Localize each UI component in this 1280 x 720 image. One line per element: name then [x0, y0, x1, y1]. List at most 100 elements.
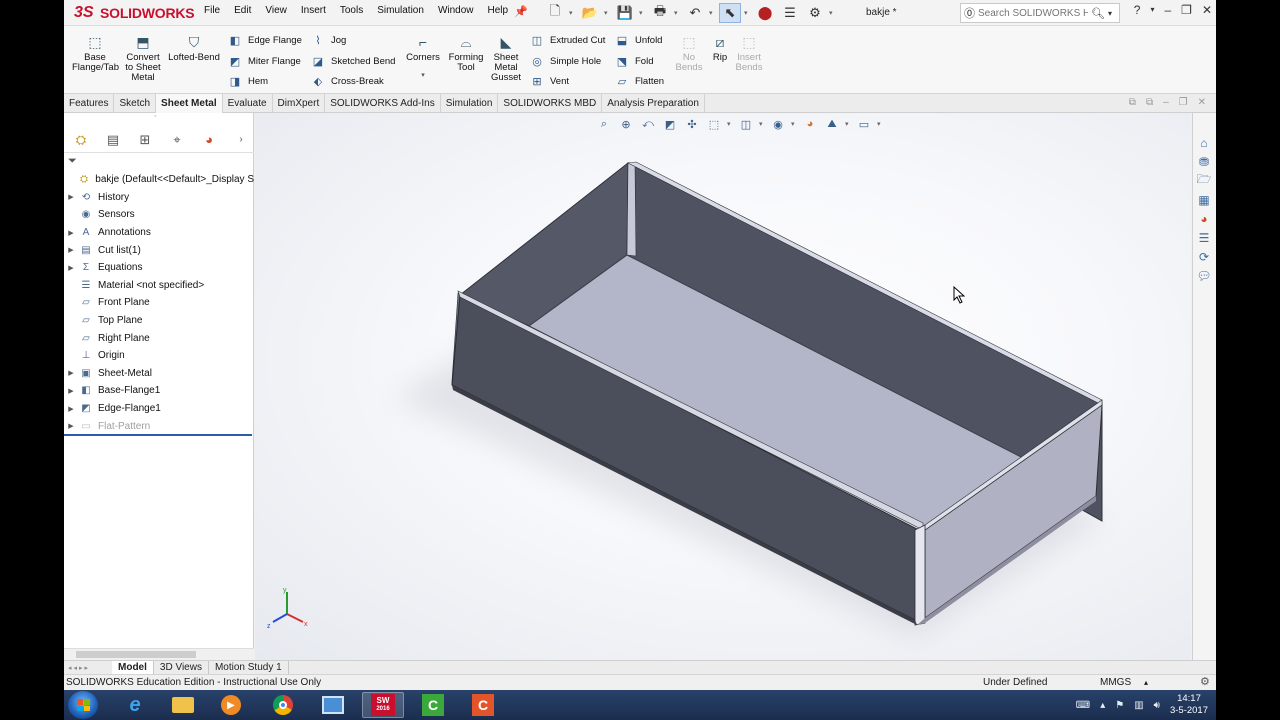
menu-edit[interactable]: Edit: [234, 5, 251, 16]
edge-flange-button[interactable]: ◧ Edge Flange: [227, 31, 302, 49]
print-icon[interactable]: 🖶: [649, 3, 671, 23]
solidworks-logo[interactable]: 3S SOLIDWORKS: [74, 2, 195, 24]
solidworks-forum-icon[interactable]: ⟳: [1193, 247, 1215, 266]
tree-item-flat-pattern[interactable]: ▶ ▭ Flat-Pattern: [64, 417, 254, 435]
vent-button[interactable]: ⊞ Vent: [529, 72, 569, 90]
tree-item-annotations[interactable]: ▶ A Annotations: [64, 224, 254, 242]
restore-icon[interactable]: ❐: [1181, 3, 1192, 17]
action-center-flag-icon[interactable]: ⚑: [1115, 700, 1124, 711]
rollback-bar[interactable]: [64, 434, 252, 436]
status-units[interactable]: MMGS: [1100, 675, 1131, 690]
expand-arrow-icon[interactable]: ▶: [64, 193, 78, 201]
taskbar-solidworks[interactable]: SW 2016: [362, 692, 404, 718]
tab-simulation[interactable]: Simulation: [441, 94, 499, 113]
tree-item-sheet-metal[interactable]: ▶ ▣ Sheet-Metal: [64, 365, 254, 383]
tree-item-top-plane[interactable]: ▱ Top Plane: [64, 312, 254, 330]
file-explorer-icon[interactable]: 🗁: [1193, 171, 1215, 190]
tree-item-history[interactable]: ▶ ⟲ History: [64, 189, 254, 207]
configurationmanager-tab-icon[interactable]: ⊞: [134, 130, 156, 150]
tab-dimxpert[interactable]: DimXpert: [273, 94, 326, 113]
tree-item-right-plane[interactable]: ▱ Right Plane: [64, 329, 254, 347]
solidworks-resources-icon[interactable]: ⌂: [1193, 133, 1215, 152]
dimxpertmanager-tab-icon[interactable]: ⌖: [166, 130, 188, 150]
network-icon[interactable]: ▥: [1134, 700, 1143, 711]
keyboard-icon[interactable]: ⌨: [1076, 700, 1090, 711]
file-properties-icon[interactable]: ☰: [779, 3, 801, 23]
taskbar-media-player[interactable]: ▶: [210, 692, 252, 718]
taskbar-file-explorer[interactable]: [162, 692, 204, 718]
taskbar-network-app[interactable]: [312, 692, 354, 718]
taskbar-camtasia-recorder[interactable]: C: [412, 692, 454, 718]
show-hidden-icons[interactable]: ▴: [1100, 700, 1105, 711]
sheet-metal-gusset-button[interactable]: ◣ Sheet Metal Gusset: [488, 34, 524, 83]
expand-arrow-icon[interactable]: ▶: [64, 387, 78, 395]
flatten-button[interactable]: ▱ Flatten: [614, 72, 664, 90]
taskbar-chrome[interactable]: [262, 692, 304, 718]
scrollbar-thumb[interactable]: [76, 651, 196, 658]
rip-button[interactable]: ⧄ Rip: [708, 34, 732, 63]
tree-root-part[interactable]: ⛭ bakje (Default<<Default>_Display S: [64, 171, 254, 189]
tab-sheet-metal[interactable]: Sheet Metal: [156, 94, 223, 113]
tab-scroll-arrows-icon[interactable]: ◂◂▸▸: [64, 664, 112, 672]
graphics-area[interactable]: ⌕ ⊕ ⤺ ◩ ✣ ⬚ ▾ ◫ ▾ ◉ ▾ ◕ ⛰ ▾ ▭ ▾ y x z: [255, 113, 1191, 660]
tab-analysis-preparation[interactable]: Analysis Preparation: [602, 94, 705, 113]
new-dropdown-icon[interactable]: ▾: [569, 9, 576, 17]
menu-view[interactable]: View: [265, 5, 287, 16]
featuremanager-tab-icon[interactable]: ⛭: [70, 130, 92, 150]
start-button[interactable]: [68, 691, 98, 719]
tab-evaluate[interactable]: Evaluate: [223, 94, 273, 113]
help-dropdown-icon[interactable]: ▾: [1150, 3, 1154, 17]
propertymanager-tab-icon[interactable]: ▤: [102, 130, 124, 150]
tab-features[interactable]: Features: [64, 94, 115, 113]
simple-hole-button[interactable]: ◎ Simple Hole: [529, 52, 601, 70]
community-icon[interactable]: 💬︎: [1193, 266, 1215, 285]
taskbar-internet-explorer[interactable]: e: [114, 692, 156, 718]
help-search-input[interactable]: [978, 7, 1088, 19]
search-dropdown-icon[interactable]: ▾: [1108, 9, 1112, 18]
custom-properties-icon[interactable]: ☰: [1193, 228, 1215, 247]
save-dropdown-icon[interactable]: ▾: [639, 9, 646, 17]
pin-menu-icon[interactable]: 📌: [514, 5, 528, 18]
unfold-button[interactable]: ⬓ Unfold: [614, 31, 663, 49]
tree-item-equations[interactable]: ▶ Σ Equations: [64, 259, 254, 277]
status-options-icon[interactable]: ⚙: [1200, 675, 1210, 690]
fold-button[interactable]: ⬔ Fold: [614, 52, 654, 70]
doc-tile-right-icon[interactable]: ⧉: [1146, 97, 1153, 108]
tab-mbd[interactable]: SOLIDWORKS MBD: [498, 94, 603, 113]
open-dropdown-icon[interactable]: ▾: [604, 9, 611, 17]
select-pointer-icon[interactable]: ⬉: [719, 3, 741, 23]
tab-model[interactable]: Model: [112, 660, 154, 675]
expand-arrow-icon[interactable]: ▶: [64, 405, 78, 413]
expand-arrow-icon[interactable]: ▶: [64, 264, 78, 272]
convert-to-sheet-metal-button[interactable]: ⬒ Convert to Sheet Metal: [122, 34, 164, 83]
tree-item-material-not-specified[interactable]: ☰ Material <not specified>: [64, 277, 254, 295]
tab-3d-views[interactable]: 3D Views: [154, 660, 209, 675]
corners-dropdown-icon[interactable]: ▾: [404, 71, 442, 81]
lofted-bend-button[interactable]: ⛉ Lofted-Bend: [167, 34, 221, 63]
tree-item-sensors[interactable]: ◉ Sensors: [64, 206, 254, 224]
save-icon[interactable]: 💾: [614, 3, 636, 23]
help-question-icon[interactable]: ?: [1134, 3, 1141, 17]
doc-minimize-icon[interactable]: –: [1163, 97, 1169, 108]
menu-file[interactable]: File: [204, 5, 220, 16]
options-dropdown-icon[interactable]: ▾: [829, 9, 836, 17]
tree-item-base-flange1[interactable]: ▶ ◧ Base-Flange1: [64, 382, 254, 400]
volume-icon[interactable]: 🔊︎: [1154, 700, 1160, 711]
design-library-icon[interactable]: ⛃: [1193, 152, 1215, 171]
no-bends-button[interactable]: ⬚ No Bends: [674, 34, 704, 73]
undo-dropdown-icon[interactable]: ▾: [709, 9, 716, 17]
menu-insert[interactable]: Insert: [301, 5, 326, 16]
panel-grip-icon[interactable]: ◦: [154, 113, 156, 120]
taskbar-camtasia-studio[interactable]: C: [462, 692, 504, 718]
units-dropdown-icon[interactable]: ▴: [1144, 675, 1148, 690]
extruded-cut-button[interactable]: ◫ Extruded Cut: [529, 31, 606, 49]
menu-simulation[interactable]: Simulation: [377, 5, 424, 16]
close-icon[interactable]: ✕: [1202, 3, 1212, 17]
menu-window[interactable]: Window: [438, 5, 474, 16]
options-gear-icon[interactable]: ⚙: [804, 3, 826, 23]
feature-tree-scrollbar[interactable]: [64, 648, 254, 660]
base-flange-button[interactable]: ⬚ Base Flange/Tab: [72, 34, 119, 73]
tree-item-edge-flange1[interactable]: ▶ ◩ Edge-Flange1: [64, 400, 254, 418]
doc-restore-icon[interactable]: ❐: [1179, 97, 1188, 108]
undo-icon[interactable]: ↶: [684, 3, 706, 23]
